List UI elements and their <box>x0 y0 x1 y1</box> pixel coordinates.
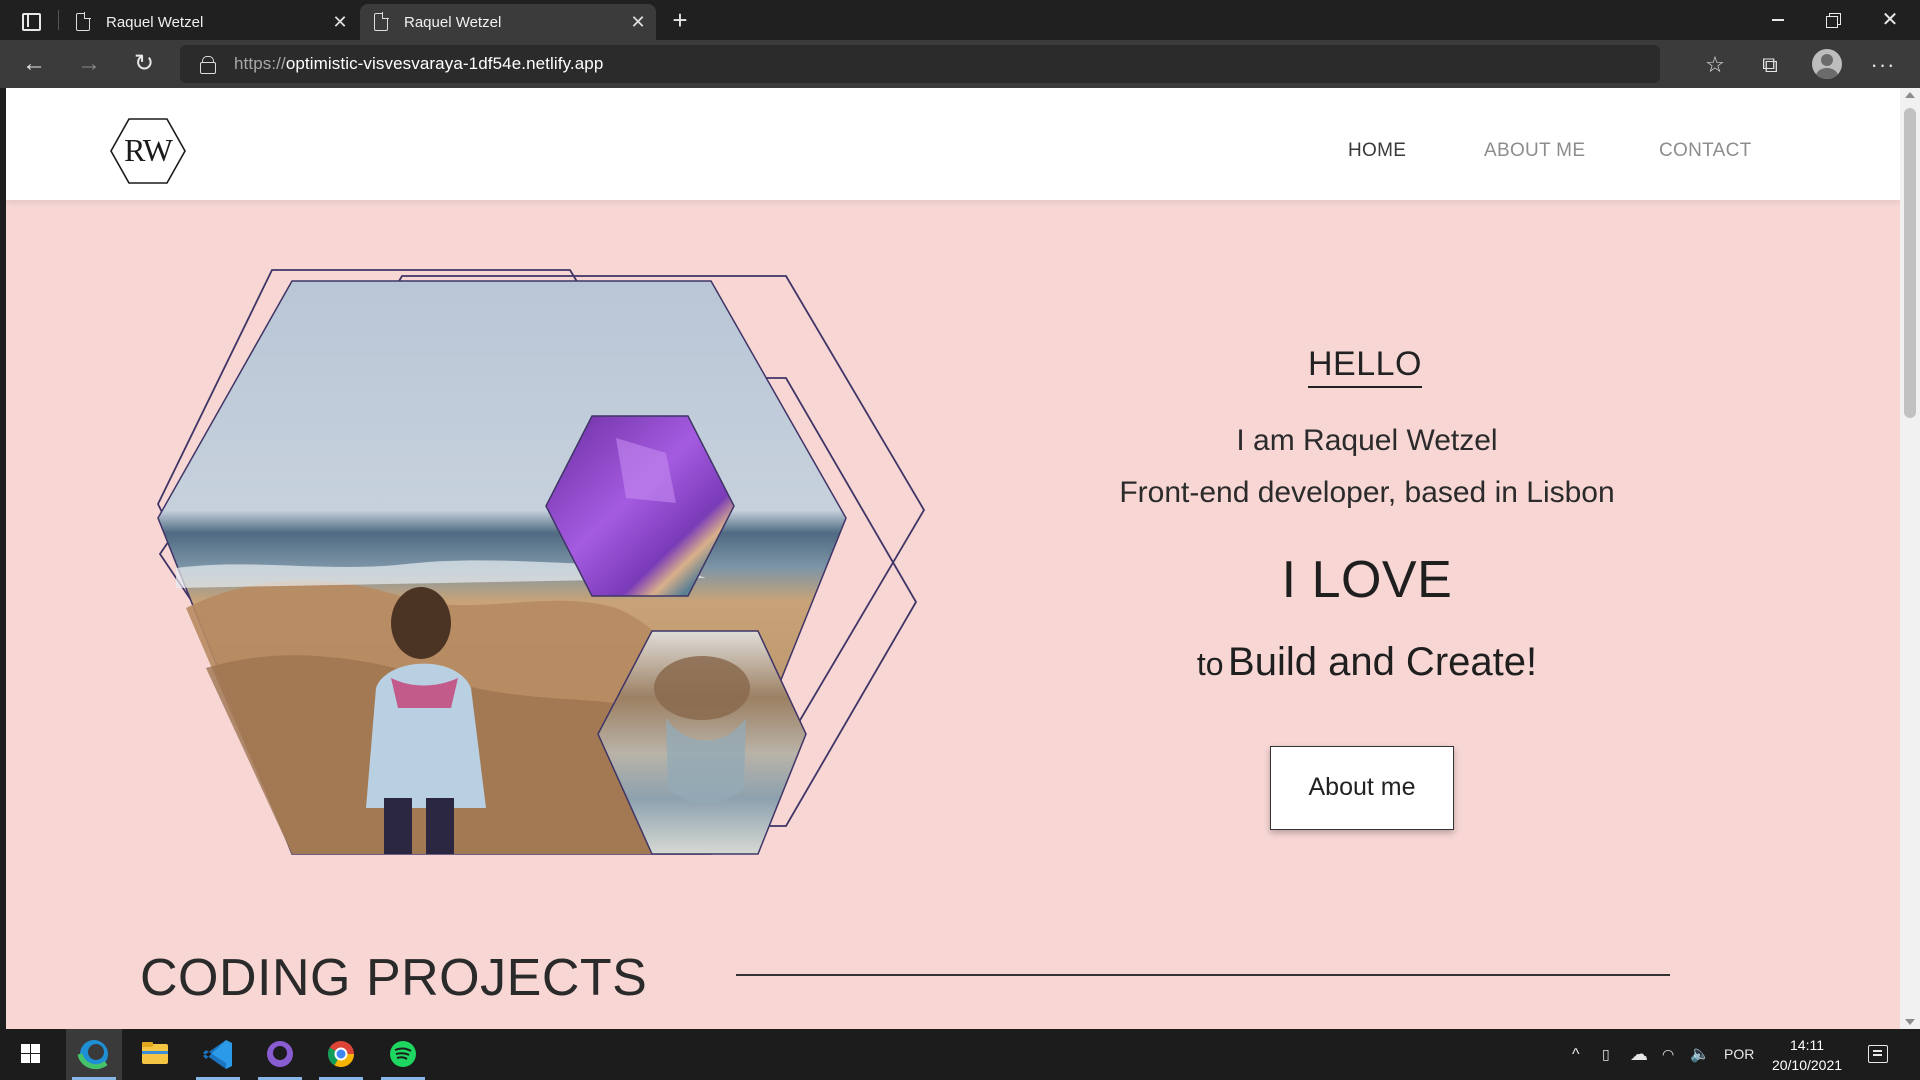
nav-contact[interactable]: CONTACT <box>1659 140 1752 162</box>
tab-title: Raquel Wetzel <box>404 14 502 31</box>
system-clock[interactable]: 14:11 20/10/2021 <box>1762 1035 1852 1075</box>
intro-role: Front-end developer, based in Lisbon <box>1119 476 1615 509</box>
minimize-window-icon[interactable] <box>1750 0 1806 40</box>
volume-icon[interactable]: 🔈 <box>1690 1029 1710 1080</box>
collections-icon[interactable]: ⧉ <box>1757 52 1783 78</box>
tab-actions-icon[interactable] <box>18 8 42 32</box>
i-love-heading: I LOVE <box>1281 551 1453 609</box>
address-bar[interactable]: https://optimistic-visvesvaraya-1df54e.n… <box>180 45 1836 83</box>
forward-arrow-icon[interactable]: → <box>73 48 105 80</box>
nav-home[interactable]: HOME <box>1348 140 1406 162</box>
browser-tab-2-active[interactable]: Raquel Wetzel ✕ <box>360 4 656 40</box>
close-window-icon[interactable]: ✕ <box>1862 0 1918 40</box>
profile-avatar-icon[interactable] <box>1812 49 1842 79</box>
show-hidden-icons-chevron-icon[interactable]: ^ <box>1572 1029 1580 1080</box>
url-host: optimistic-visvesvaraya-1df54e.netlify.a… <box>285 54 604 73</box>
edge-icon[interactable] <box>66 1029 122 1080</box>
tab-close-icon[interactable]: ✕ <box>330 12 350 32</box>
section-divider <box>736 974 1670 976</box>
more-dots-icon[interactable]: ··· <box>1870 52 1896 78</box>
notifications-icon[interactable] <box>1868 1045 1888 1063</box>
github-desktop-icon[interactable] <box>252 1029 308 1080</box>
lock-icon[interactable] <box>200 56 216 74</box>
browser-tab-1[interactable]: Raquel Wetzel ✕ <box>62 4 358 40</box>
device-icon[interactable]: ▯ <box>1602 1029 1610 1080</box>
nav-about-me[interactable]: ABOUT ME <box>1484 140 1585 162</box>
site-header: RW HOME ABOUT ME CONTACT <box>6 88 1900 200</box>
intro-name: I am Raquel Wetzel <box>1236 424 1498 457</box>
scroll-up-arrow-icon[interactable] <box>1905 92 1915 98</box>
back-arrow-icon[interactable]: ← <box>18 48 50 80</box>
coding-projects-heading: CODING PROJECTS <box>140 949 648 1007</box>
file-explorer-icon[interactable] <box>127 1029 183 1080</box>
build-text: Build and Create! <box>1228 640 1538 684</box>
site-logo[interactable]: RW <box>110 118 186 184</box>
url-protocol: https:// <box>234 54 286 73</box>
about-me-button[interactable]: About me <box>1270 746 1454 830</box>
tab-close-icon[interactable]: ✕ <box>628 12 648 32</box>
wifi-icon[interactable]: ◠ <box>1662 1029 1674 1080</box>
logo-text: RW <box>124 132 173 168</box>
page-icon <box>76 12 91 31</box>
favorites-list-icon[interactable]: ☆ <box>1702 52 1728 78</box>
new-tab-plus-icon[interactable]: + <box>666 6 694 34</box>
tab-separator <box>58 10 59 30</box>
vscode-icon[interactable] <box>190 1029 246 1080</box>
scroll-down-arrow-icon[interactable] <box>1905 1019 1915 1025</box>
chrome-icon[interactable] <box>313 1029 369 1080</box>
url-text[interactable]: https://optimistic-visvesvaraya-1df54e.n… <box>234 54 603 74</box>
browser-toolbar: ← → ↻ https://optimistic-visvesvaraya-1d… <box>0 40 1920 88</box>
build-tagline: to Build and Create! <box>1017 640 1717 685</box>
clock-time: 14:11 <box>1790 1037 1824 1053</box>
windows-start-icon[interactable] <box>2 1029 58 1080</box>
browser-tab-bar: Raquel Wetzel ✕ Raquel Wetzel ✕ + ✕ <box>0 0 1920 40</box>
restore-window-icon[interactable] <box>1805 0 1861 40</box>
clock-date: 20/10/2021 <box>1771 1057 1843 1073</box>
hexagon-photo-collage <box>156 269 926 855</box>
hello-heading: HELLO <box>1308 344 1422 388</box>
scroll-thumb[interactable] <box>1904 108 1916 418</box>
page-icon <box>374 12 389 31</box>
input-language[interactable]: POR <box>1724 1029 1754 1080</box>
reload-icon[interactable]: ↻ <box>128 48 160 80</box>
tab-title: Raquel Wetzel <box>106 14 204 31</box>
windows-taskbar: ^ ▯ ☁ ◠ 🔈 POR 14:11 20/10/2021 <box>0 1029 1920 1080</box>
page-scrollbar[interactable] <box>1900 88 1920 1029</box>
web-page: RW HOME ABOUT ME CONTACT HELLO I am Raqu… <box>6 88 1900 1029</box>
onedrive-cloud-icon[interactable]: ☁ <box>1630 1029 1648 1080</box>
build-prefix: to <box>1196 646 1224 682</box>
spotify-icon[interactable] <box>375 1029 431 1080</box>
